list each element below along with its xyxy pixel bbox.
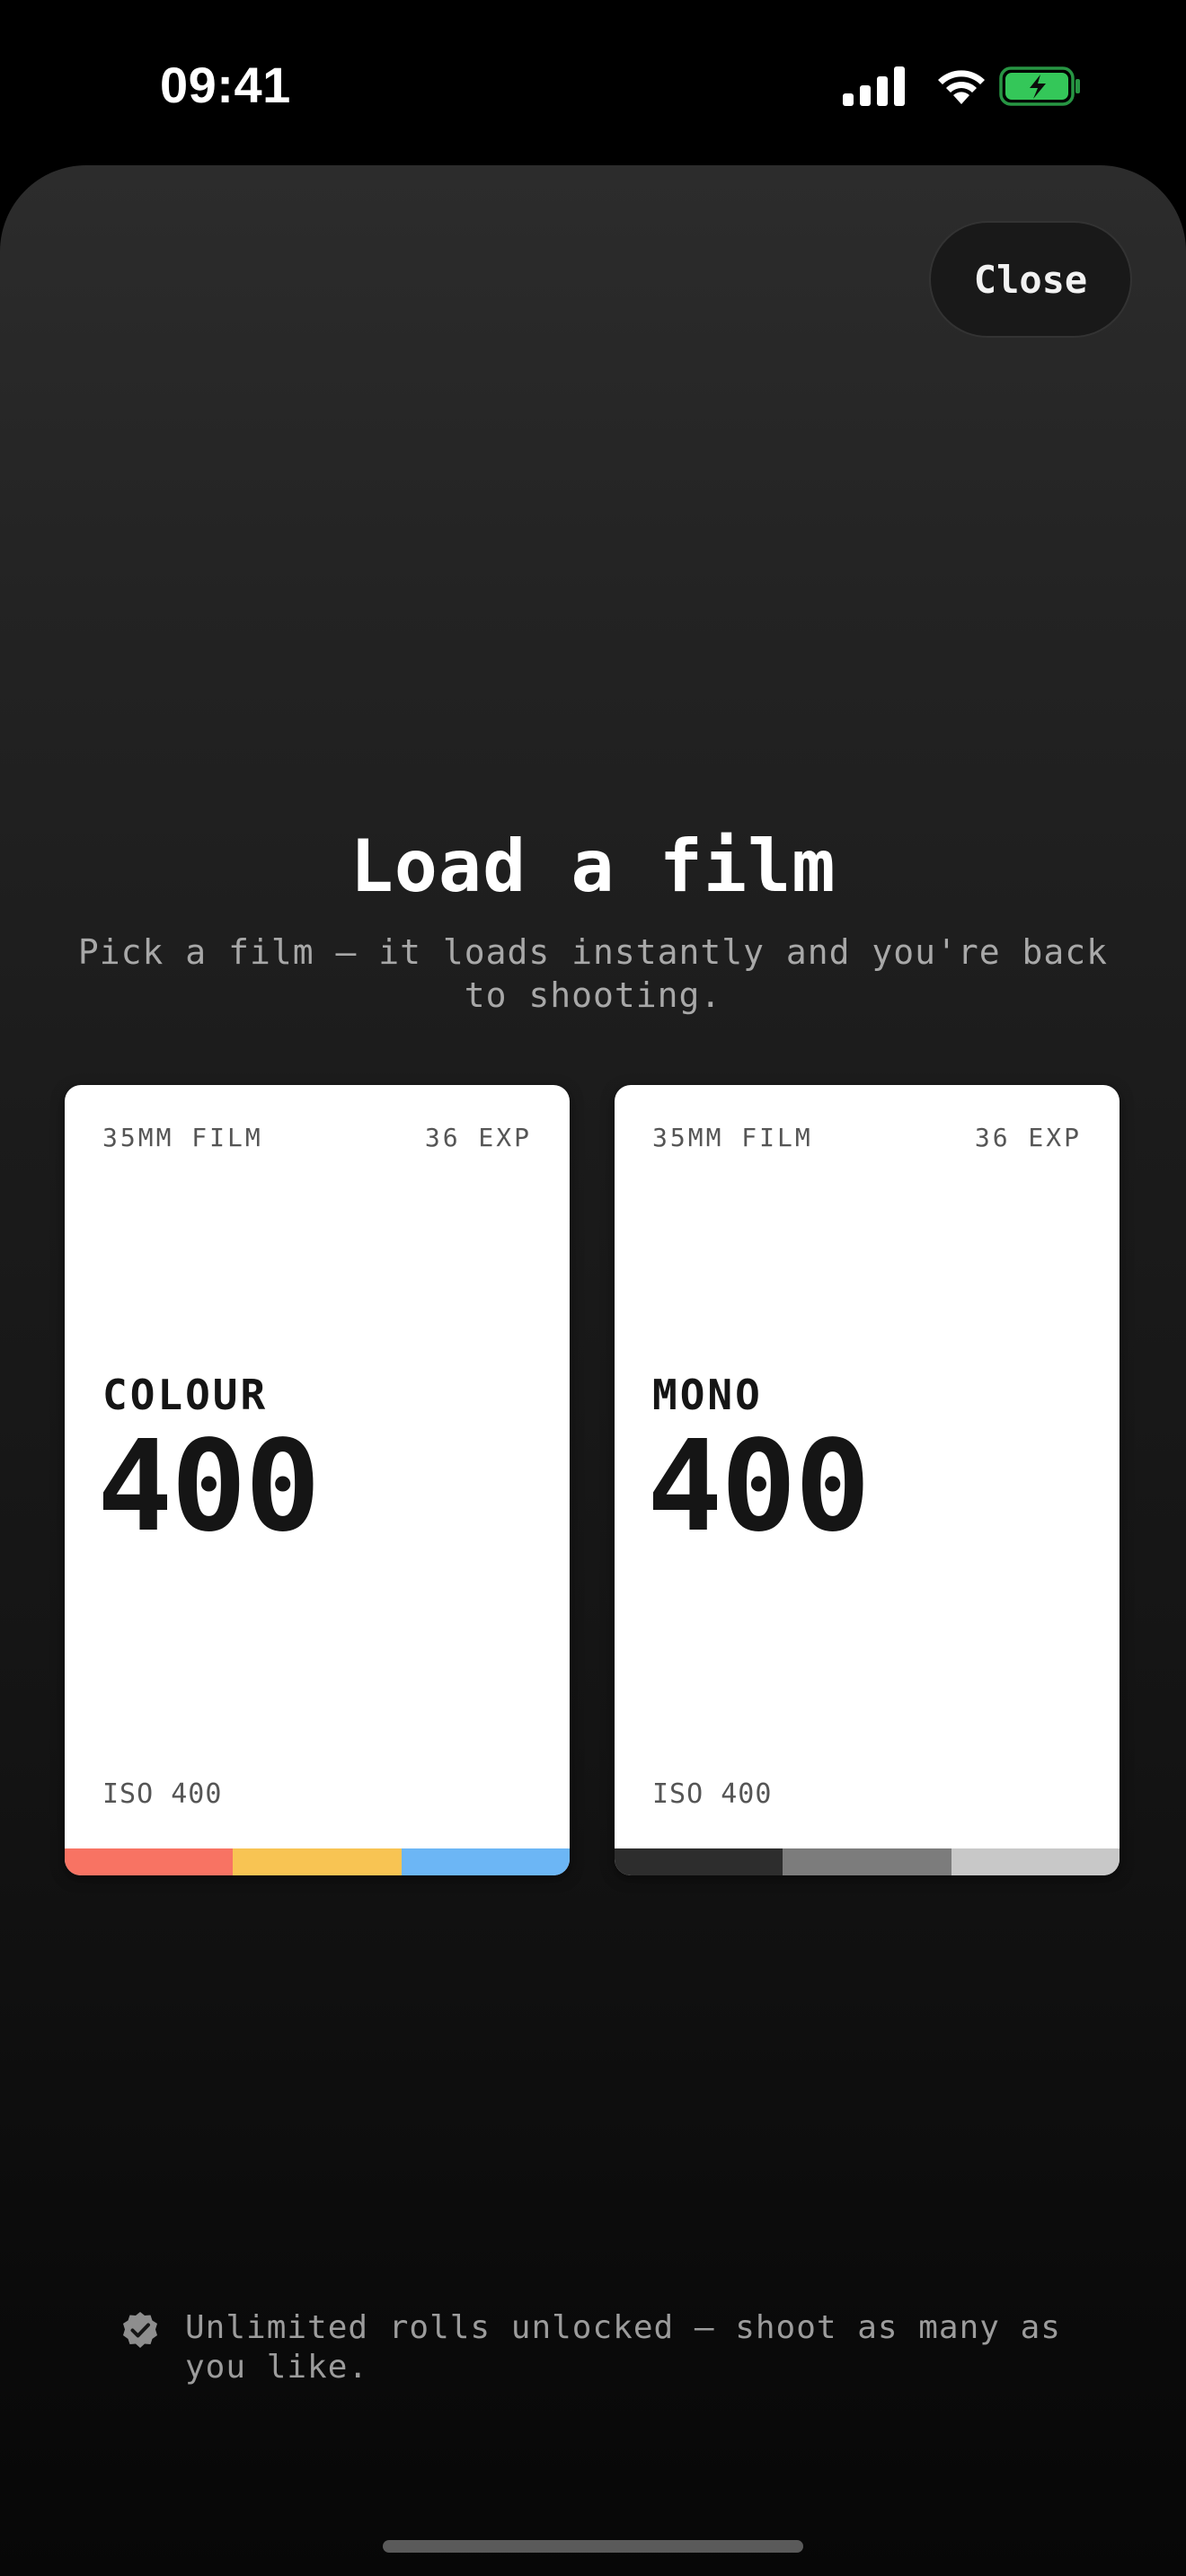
page-subtitle: Pick a film — it loads instantly and you…: [77, 932, 1109, 1015]
status-time: 09:41: [160, 57, 291, 113]
stripe-segment: [951, 1848, 1120, 1875]
unlimited-rolls-note: Unlimited rolls unlocked — shoot as many…: [120, 2308, 1073, 2387]
film-name: COLOUR: [102, 1371, 269, 1419]
film-format-label: 35MM FILM: [652, 1123, 813, 1152]
battery-charging-icon: [999, 66, 1080, 106]
screen: 09:41 Close Load a film Pick a film — it…: [0, 0, 1186, 2576]
film-exposures-label: 36 EXP: [424, 1123, 532, 1152]
film-iso-label: ISO 400: [652, 1778, 773, 1810]
film-card-mono[interactable]: 35MM FILM 36 EXP MONO 400 ISO 400: [615, 1085, 1120, 1875]
film-iso-label: ISO 400: [102, 1778, 223, 1810]
film-exposures-label: 36 EXP: [974, 1123, 1082, 1152]
stripe-segment: [783, 1848, 951, 1875]
status-bar: 09:41: [0, 0, 1186, 171]
wifi-icon: [938, 70, 985, 104]
stripe-segment: [401, 1848, 570, 1875]
film-name: MONO: [652, 1371, 763, 1419]
film-card-header: 35MM FILM 36 EXP: [652, 1123, 1082, 1152]
cellular-signal-icon: [843, 66, 905, 106]
stripe-segment: [65, 1848, 234, 1875]
page-title: Load a film: [350, 825, 836, 908]
verified-badge-icon: [123, 2312, 157, 2348]
film-speed: 400: [647, 1414, 871, 1560]
film-format-label: 35MM FILM: [102, 1123, 263, 1152]
film-color-stripe: [65, 1848, 570, 1875]
film-card-header: 35MM FILM 36 EXP: [102, 1123, 532, 1152]
film-speed: 400: [97, 1414, 321, 1560]
stripe-segment: [615, 1848, 783, 1875]
close-button[interactable]: Close: [929, 221, 1132, 338]
film-card-colour[interactable]: 35MM FILM 36 EXP COLOUR 400 ISO 400: [65, 1085, 570, 1875]
home-indicator[interactable]: [383, 2540, 803, 2553]
stripe-segment: [233, 1848, 402, 1875]
footer-note-text: Unlimited rolls unlocked — shoot as many…: [185, 2309, 1061, 2386]
film-color-stripe: [615, 1848, 1120, 1875]
